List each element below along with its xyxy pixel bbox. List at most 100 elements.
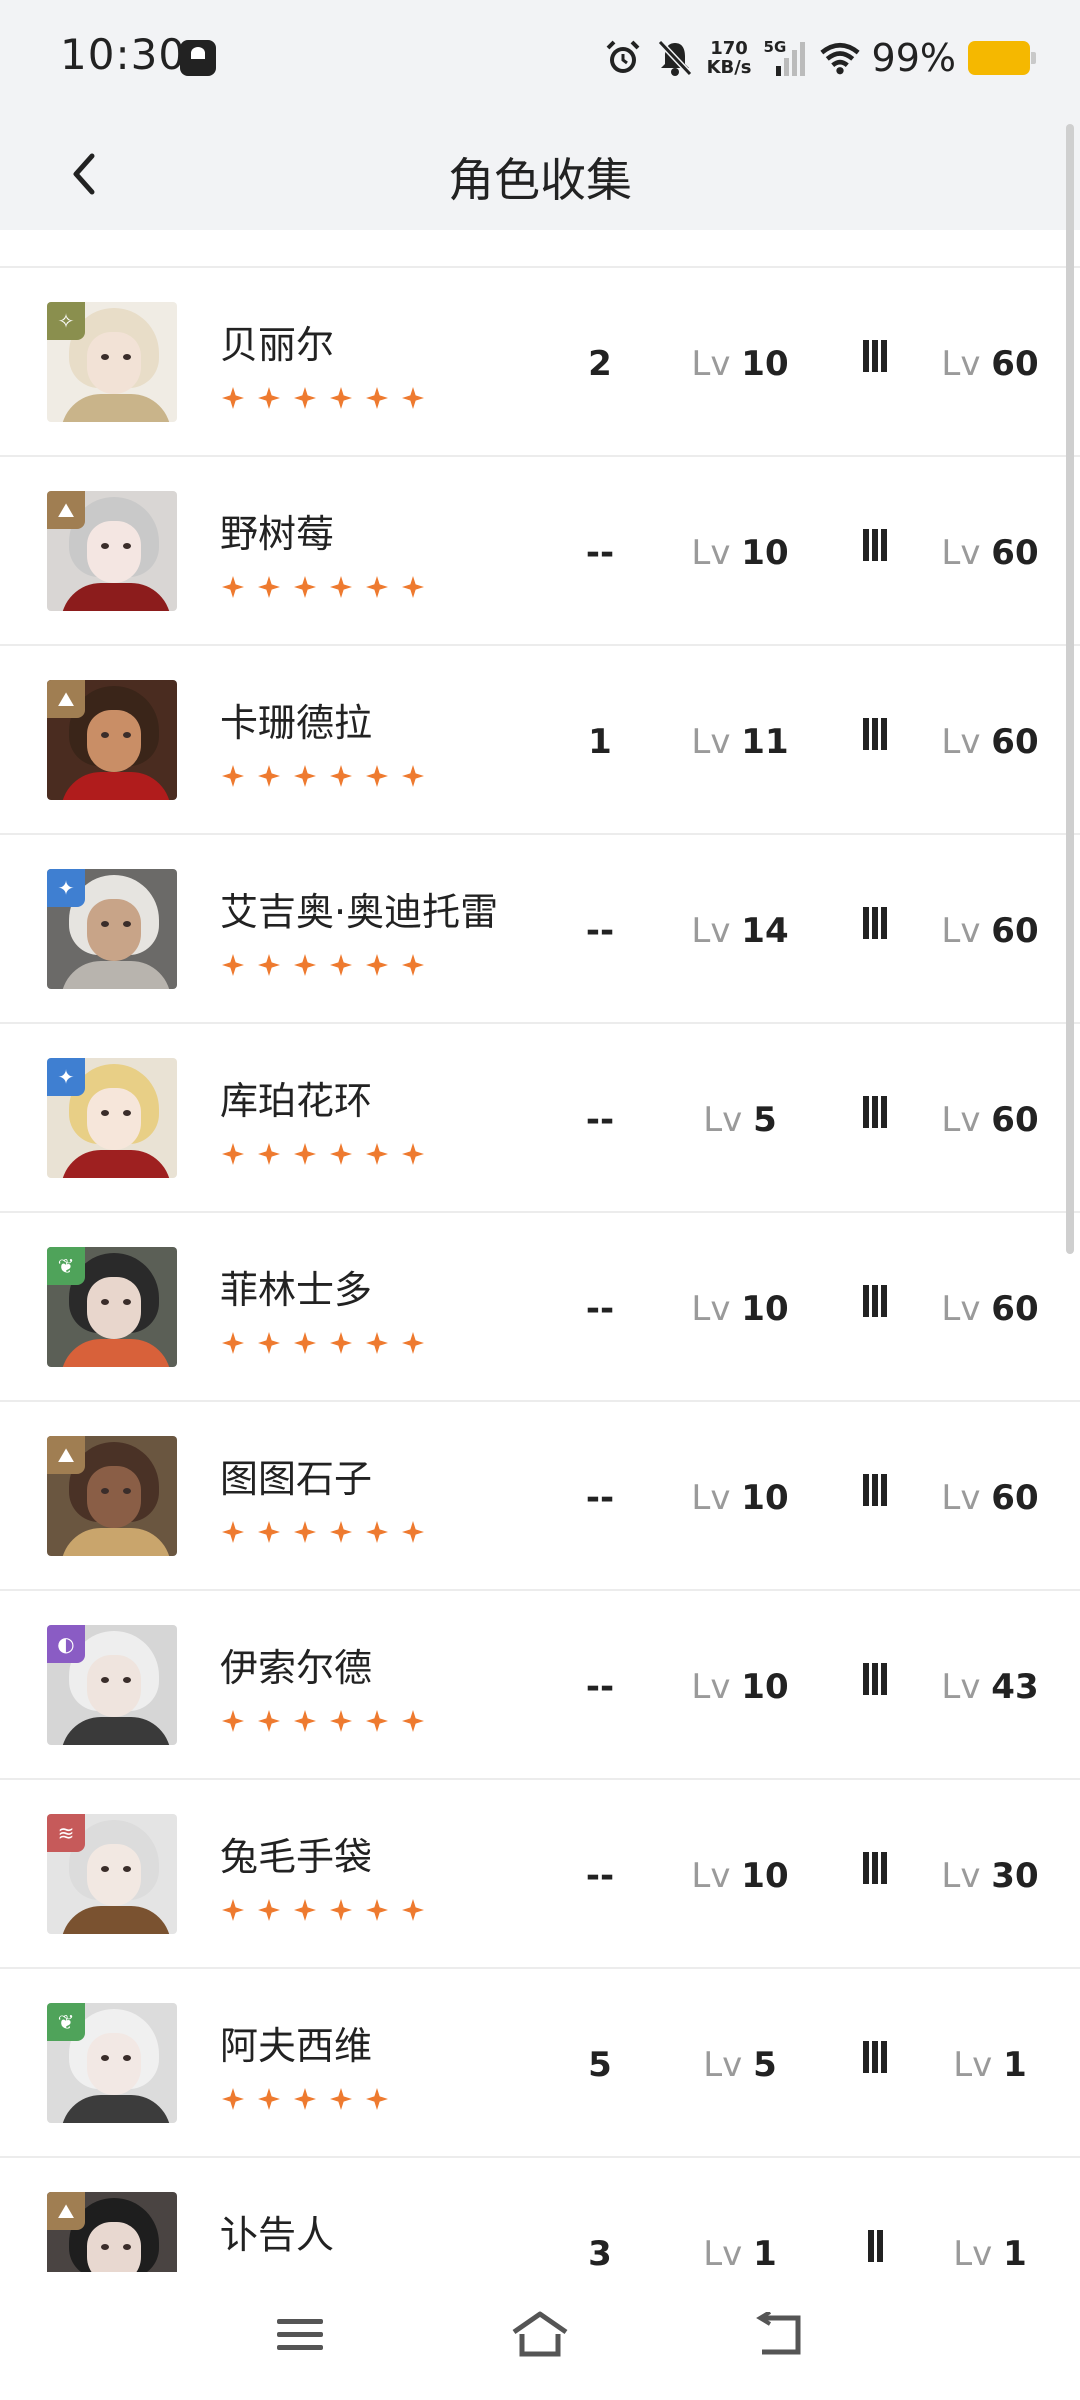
list-top-spacer (0, 230, 1080, 268)
character-row[interactable]: ◐ 伊索尔德 -- Lv 10 Lv 43 (0, 1591, 1080, 1780)
portrait-count: -- (585, 1289, 615, 1329)
character-row[interactable]: ❦ 菲林士多 -- Lv 10 Lv 60 (0, 1213, 1080, 1402)
portrait-count: -- (585, 1667, 615, 1707)
rarity-stars (218, 1895, 428, 1925)
avatar-eye (123, 1677, 131, 1683)
rank-bar (881, 1096, 887, 1128)
lv-label: Lv (941, 533, 981, 573)
alarm-icon (603, 38, 643, 78)
character-list[interactable]: ✧ 贝丽尔 2 Lv 10 Lv 60 ⛰ 野树莓 -- Lv 10 Lv 60 ⛰ 卡珊德拉 1 Lv … (0, 230, 1080, 2272)
star-icon (218, 1517, 248, 1547)
skill-level: Lv 10 (680, 344, 800, 384)
insight-rank (840, 2230, 910, 2262)
rank-bar (863, 718, 869, 750)
rank-bar (872, 1474, 878, 1506)
avatar-face (87, 1844, 141, 1906)
star-icon (290, 1706, 320, 1736)
character-level-value: 1 (1003, 2045, 1027, 2085)
avatar-eye (123, 354, 131, 360)
character-row[interactable]: ⛰ 图图石子 -- Lv 10 Lv 60 (0, 1402, 1080, 1591)
mineral-element-icon: ≋ (47, 1814, 85, 1852)
menu-button[interactable] (260, 2300, 340, 2370)
star-icon (326, 1328, 356, 1358)
star-icon (254, 572, 284, 602)
star-icon (290, 2084, 320, 2114)
character-level-value: 60 (991, 344, 1039, 384)
star-icon (218, 1328, 248, 1358)
star-icon (254, 2084, 284, 2114)
star-icon (254, 1895, 284, 1925)
system-nav-bar (0, 2272, 1080, 2400)
star-icon (398, 1517, 428, 1547)
lv-label: Lv (691, 911, 731, 951)
character-avatar: ❦ (47, 1247, 177, 1367)
rank-bar (872, 2041, 878, 2073)
rank-bar (872, 529, 878, 561)
beast-element-icon: ⛰ (47, 2192, 85, 2230)
skill-level-value: 10 (741, 344, 789, 384)
avatar-eye (123, 1488, 131, 1494)
avatar-eye (123, 2055, 131, 2061)
star-icon (218, 950, 248, 980)
rarity-stars (218, 1517, 428, 1547)
portrait-count: -- (585, 1478, 615, 1518)
lv-label: Lv (691, 1289, 731, 1329)
star-icon (362, 1517, 392, 1547)
rank-bar (881, 907, 887, 939)
rarity-stars (218, 383, 428, 413)
character-level-value: 30 (991, 1856, 1039, 1896)
battery-percent: 99% (871, 36, 956, 80)
character-level-value: 60 (991, 1478, 1039, 1518)
star-icon (362, 2084, 392, 2114)
character-row[interactable]: ✦ 库珀花环 -- Lv 5 Lv 60 (0, 1024, 1080, 1213)
character-row[interactable]: ⛰ 野树莓 -- Lv 10 Lv 60 (0, 457, 1080, 646)
rank-bar (872, 1096, 878, 1128)
system-back-button[interactable] (740, 2300, 820, 2370)
lv-label: Lv (691, 1667, 731, 1707)
character-row[interactable]: ⛰ 讣告人 3 Lv 1 Lv 1 (0, 2158, 1080, 2272)
star-icon (290, 1895, 320, 1925)
spirit-element-icon: ✦ (47, 869, 85, 907)
rank-bar (881, 340, 887, 372)
rarity-stars (218, 761, 428, 791)
status-time: 10:30 (60, 30, 187, 79)
character-row[interactable]: ✦ 艾吉奥·奥迪托雷 -- Lv 14 Lv 60 (0, 835, 1080, 1024)
avatar-eye (101, 1677, 109, 1683)
star-icon (326, 572, 356, 602)
lv-label: Lv (941, 1289, 981, 1329)
scrollbar[interactable] (1066, 124, 1074, 1254)
character-name: 艾吉奥·奥迪托雷 (220, 890, 499, 934)
star-icon (398, 1328, 428, 1358)
battery-icon (968, 41, 1036, 75)
lv-label: Lv (941, 1667, 981, 1707)
rarity-stars (218, 2084, 392, 2114)
character-level: Lv 1 (920, 2234, 1060, 2272)
skill-level-value: 14 (741, 911, 789, 951)
avatar-eye (101, 2055, 109, 2061)
character-row[interactable]: ⛰ 卡珊德拉 1 Lv 11 Lv 60 (0, 646, 1080, 835)
star-icon (362, 1139, 392, 1169)
character-avatar: ✧ (47, 302, 177, 422)
home-button[interactable] (500, 2300, 580, 2370)
character-level: Lv 60 (920, 533, 1060, 573)
lv-label: Lv (941, 722, 981, 762)
character-row[interactable]: ✧ 贝丽尔 2 Lv 10 Lv 60 (0, 268, 1080, 457)
character-level: Lv 60 (920, 1289, 1060, 1329)
network-speed: 170 KB/s (707, 39, 752, 77)
character-row[interactable]: ❦ 阿夫西维 5 Lv 5 Lv 1 (0, 1969, 1080, 2158)
lv-label: Lv (691, 533, 731, 573)
avatar-face (87, 332, 141, 394)
skill-level-value: 11 (741, 722, 789, 762)
plant-element-icon: ❦ (47, 2003, 85, 2041)
rank-bar (863, 1474, 869, 1506)
skill-level-value: 5 (753, 1100, 777, 1140)
insight-rank (840, 1474, 910, 1506)
character-row[interactable]: ≋ 兔毛手袋 -- Lv 10 Lv 30 (0, 1780, 1080, 1969)
rank-bar (881, 718, 887, 750)
portrait-count: -- (585, 1856, 615, 1896)
star-icon (254, 761, 284, 791)
lv-label: Lv (691, 722, 731, 762)
avatar-eye (101, 1866, 109, 1872)
avatar-face (87, 899, 141, 961)
star-icon (254, 383, 284, 413)
